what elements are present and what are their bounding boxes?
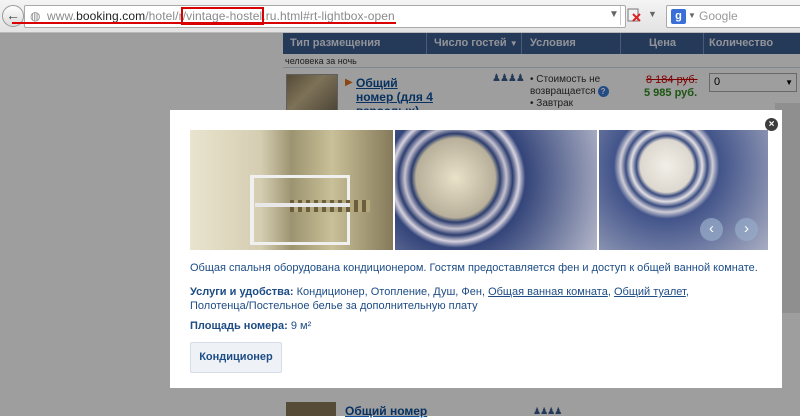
browser-toolbar: ← ◍ www.booking.com/hotel/r/vintage-host… [0, 0, 800, 33]
room-photo[interactable] [395, 130, 597, 250]
url-annotation-underline [12, 22, 396, 24]
url-text: www.booking.com/hotel/r/vintage-hostel.r… [47, 7, 395, 25]
area-label: Площадь номера: [190, 320, 288, 332]
room-area: Площадь номера: 9 м² [190, 320, 311, 332]
gallery-next-icon[interactable]: › [735, 218, 758, 241]
url-bar[interactable]: ◍ www.booking.com/hotel/r/vintage-hostel… [24, 5, 639, 28]
search-bar[interactable]: g ▼ Google [666, 5, 800, 28]
url-dropdown-icon[interactable]: ▼ [609, 9, 619, 20]
google-icon[interactable]: g [671, 9, 686, 24]
addon-icon[interactable] [627, 8, 641, 22]
air-conditioning-button[interactable]: Кондиционер [190, 342, 282, 373]
room-amenities: Услуги и удобства: Кондиционер, Отоплени… [190, 286, 689, 312]
amenities-line2: Полотенца/Постельное белье за дополнител… [190, 300, 478, 312]
search-input[interactable]: Google [699, 9, 738, 23]
url-highlight-box: /vintage-hostel [180, 7, 265, 25]
toolbar-divider [620, 6, 621, 25]
area-value: 9 м² [287, 320, 312, 332]
bunk-bed-rail [255, 203, 350, 207]
amenity-link-shared-toilet[interactable]: Общий туалет [614, 286, 686, 298]
amenity-link-shared-bathroom[interactable]: Общая ванная комната [488, 286, 608, 298]
globe-icon: ◍ [30, 9, 41, 23]
search-engine-dropdown-icon[interactable]: ▼ [688, 11, 696, 20]
addon-dropdown-icon[interactable]: ▼ [648, 9, 657, 19]
gallery-prev-icon[interactable]: ‹ [700, 218, 723, 241]
room-description: Общая спальня оборудована кондиционером.… [190, 262, 758, 274]
amenities-label: Услуги и удобства: [190, 286, 294, 298]
